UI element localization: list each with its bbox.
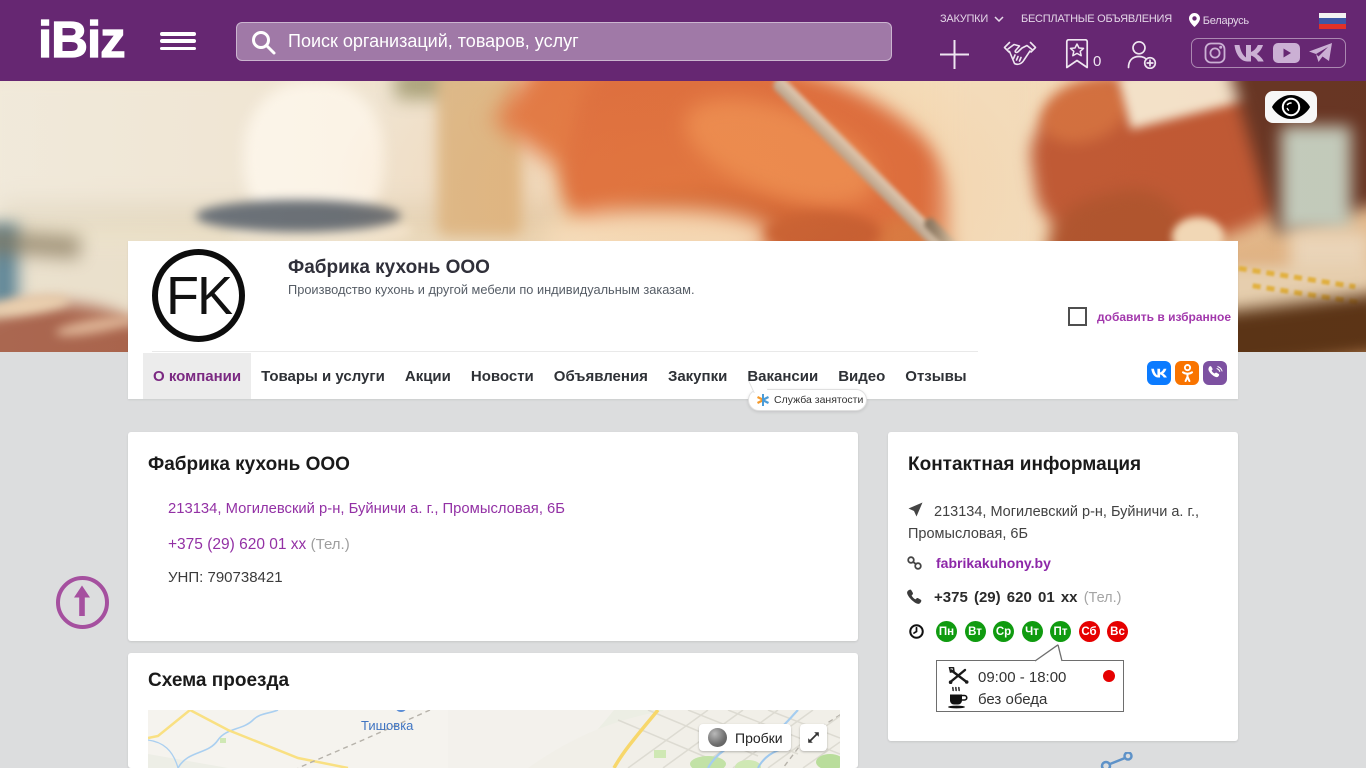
svg-text:Тишовка: Тишовка <box>361 718 414 733</box>
svg-text:0: 0 <box>1093 53 1101 69</box>
